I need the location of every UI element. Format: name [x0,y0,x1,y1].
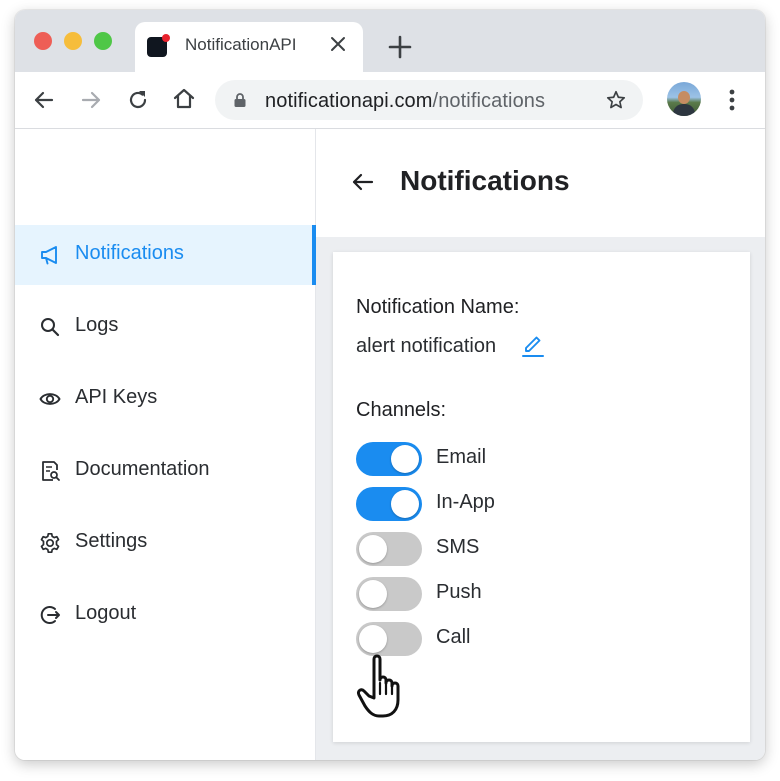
sidebar-item-logs[interactable]: Logs [15,297,315,357]
sidebar-item-label: Notifications [75,242,184,264]
browser-toolbar: notificationapi.com/notifications [15,72,765,129]
sidebar-item-label: API Keys [75,386,158,408]
toggle-knob [391,445,419,473]
page-header: Notifications [316,129,765,237]
channel-row-sms: SMS [356,532,716,566]
channel-row-in-app: In-App [356,487,716,521]
sidebar-item-api-keys[interactable]: API Keys [15,369,315,429]
url-path: /notifications [432,90,546,112]
more-vert-icon[interactable] [723,86,741,114]
channels-label: Channels: [356,399,447,421]
toggle-email[interactable] [356,442,422,476]
channel-label: Email [436,446,487,468]
channel-label: Call [436,626,471,648]
avatar-body [673,104,695,116]
notification-name-label: Notification Name: [356,296,520,318]
sidebar-item-settings[interactable]: Settings [15,513,315,573]
sidebar-item-label: Logout [75,602,137,624]
sidebar-item-logout[interactable]: Logout [15,585,315,645]
sidebar-item-label: Documentation [75,458,210,480]
toggle-knob [359,625,387,653]
avatar[interactable] [667,82,701,116]
home-icon[interactable] [171,86,197,112]
sidebar: Notifications Logs API Keys Documentatio… [15,129,316,760]
toggle-knob [391,490,419,518]
maximize-window-button[interactable] [94,32,112,50]
toggle-push[interactable] [356,577,422,611]
lock-icon [234,93,246,107]
channel-row-email: Email [356,442,716,476]
close-window-button[interactable] [34,32,52,50]
channel-row-push: Push [356,577,716,611]
search-icon [41,318,60,337]
page-title: Notifications [400,165,570,196]
gear-icon [40,532,60,554]
star-icon[interactable] [605,89,627,111]
hand-pointer-icon [357,654,400,718]
forward-icon[interactable] [78,87,104,113]
sidebar-item-label: Settings [75,530,148,552]
logout-icon [40,606,60,624]
back-arrow-icon[interactable] [350,169,376,195]
toggle-knob [359,580,387,608]
minimize-window-button[interactable] [64,32,82,50]
toggle-in-app[interactable] [356,487,422,521]
back-icon[interactable] [31,87,57,113]
browser-tab[interactable]: NotificationAPI [135,22,363,72]
browser-window: NotificationAPI notificationapi.com/noti… [15,10,765,760]
sidebar-item-notifications[interactable]: Notifications [15,225,316,285]
channel-label: In-App [436,491,495,513]
plus-icon[interactable] [385,32,415,62]
favicon-icon [147,34,170,57]
tab-strip: NotificationAPI [15,10,765,72]
close-icon[interactable] [325,31,351,57]
reload-icon[interactable] [125,87,151,113]
channel-label: Push [436,581,482,603]
toggle-sms[interactable] [356,532,422,566]
sidebar-item-documentation[interactable]: Documentation [15,441,315,501]
url-host: notificationapi.com [265,90,433,112]
toggle-knob [359,535,387,563]
megaphone-icon [41,246,57,265]
eye-icon [39,393,61,405]
avatar-head [678,91,690,104]
url-text: notificationapi.com/notifications [265,90,545,113]
notification-name-value: alert notification [356,335,497,357]
document-search-icon [42,461,60,481]
tab-title: NotificationAPI [185,35,297,54]
pencil-icon[interactable] [521,332,545,358]
channel-label: SMS [436,536,480,558]
sidebar-item-label: Logs [75,314,119,336]
address-bar[interactable]: notificationapi.com/notifications [215,80,643,120]
